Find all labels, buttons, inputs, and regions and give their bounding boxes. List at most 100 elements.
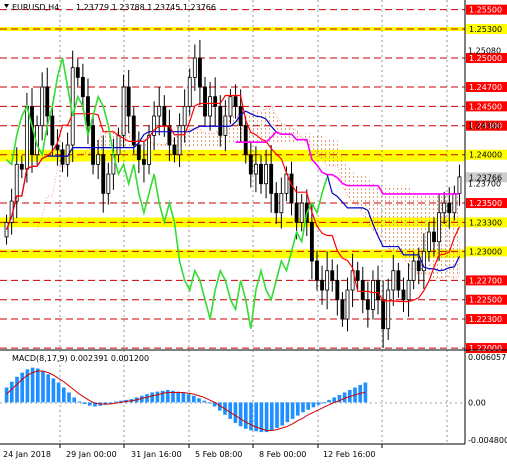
- svg-text:1.24700: 1.24700: [469, 83, 502, 92]
- macd-bar: [321, 402, 326, 404]
- macd-bar: [186, 394, 191, 403]
- candle-body: [203, 86, 207, 117]
- price-tag-1.24700: 1.24700: [466, 82, 507, 93]
- symbol-label: EURUSD,H4: [12, 3, 59, 12]
- candle-body: [208, 96, 213, 117]
- price-tag-1.22700: 1.22700: [466, 275, 507, 286]
- candle-body: [309, 221, 314, 262]
- candle-body: [121, 86, 126, 136]
- svg-text:1.25000: 1.25000: [469, 54, 502, 63]
- macd-bar: [249, 402, 253, 431]
- price-tag-1.25300: 1.25300: [466, 24, 507, 35]
- macd-bar: [181, 392, 186, 403]
- candle-body: [315, 260, 319, 281]
- candle-body: [75, 67, 80, 78]
- candle-body: [325, 270, 330, 291]
- candle-body: [371, 279, 375, 310]
- macd-bar: [15, 376, 19, 403]
- macd-title: MACD(8,17,9) 0.002391 0.001200: [12, 354, 149, 363]
- candle-body: [401, 289, 406, 301]
- macd-bar: [56, 382, 61, 403]
- candle-body: [320, 279, 324, 291]
- macd-bar: [51, 378, 56, 403]
- macd-bar: [41, 370, 45, 403]
- candle-body: [24, 105, 29, 170]
- candle-body: [177, 125, 182, 156]
- macd-bar: [20, 372, 25, 403]
- candle-body: [360, 279, 365, 301]
- candle-body: [437, 212, 442, 243]
- candle-body: [284, 173, 289, 194]
- candle-body: [426, 231, 431, 252]
- macd-bar: [327, 399, 331, 403]
- macd-bar: [191, 395, 196, 403]
- candle-body: [345, 289, 350, 320]
- svg-text:1.23300: 1.23300: [469, 218, 502, 227]
- time-tick-0: 24 Jan 2018: [3, 450, 51, 459]
- svg-text:1.22700: 1.22700: [469, 276, 502, 285]
- candle-body: [182, 105, 187, 127]
- candle-body: [96, 154, 101, 165]
- trading-chart[interactable]: 1.25500 1.25300 1.25000 1.24700 1.24500 1.243…: [0, 0, 507, 466]
- macd-bar: [77, 401, 82, 403]
- price-tag-1.22000: 1.22000: [466, 343, 507, 354]
- price-tag-1.25500: 1.25500: [466, 4, 507, 15]
- candle-body: [197, 57, 202, 88]
- svg-text:1.25300: 1.25300: [469, 25, 502, 34]
- macd-bar: [165, 389, 170, 403]
- candle-body: [299, 202, 304, 223]
- macd-bar: [269, 402, 274, 431]
- time-tick-2: 31 Jan 16:00: [131, 450, 182, 459]
- candle-body: [213, 96, 218, 107]
- candle-body: [416, 260, 421, 272]
- macd-bar: [202, 400, 207, 403]
- candle-body: [131, 115, 136, 146]
- price-tick-1.23700: 1.23700: [468, 180, 501, 189]
- price-tag-1.22300: 1.22300: [466, 314, 507, 325]
- candle-body: [172, 144, 177, 156]
- candle-body: [50, 115, 55, 146]
- macd-bar: [259, 402, 264, 433]
- macd-bar: [160, 390, 165, 403]
- candle-body: [396, 270, 401, 291]
- price-tag-1.23000: 1.23000: [466, 246, 507, 257]
- macd-bar: [35, 368, 40, 403]
- candle-body: [381, 299, 386, 330]
- candle-body: [335, 279, 340, 301]
- candle-body: [432, 231, 436, 243]
- candle-body: [289, 173, 294, 204]
- macd-tick-0.00: 0.00: [468, 398, 486, 407]
- price-tag-1.24500: 1.24500: [466, 101, 507, 112]
- svg-text:1.22300: 1.22300: [469, 315, 502, 324]
- macd-bar: [243, 402, 248, 429]
- macd-bar: [306, 402, 311, 410]
- macd-bar: [4, 387, 9, 403]
- candle-body: [259, 163, 263, 185]
- candle-body: [228, 96, 233, 117]
- macd-bar: [238, 402, 243, 427]
- candle-body: [157, 105, 162, 117]
- macd-tick--0.004800: -0.004800: [468, 436, 507, 445]
- candle-body: [147, 134, 151, 165]
- svg-text:1.22500: 1.22500: [469, 296, 502, 305]
- chart-header: EURUSD,H4 1.23779 1.23788 1.23745 1.2376…: [4, 3, 216, 12]
- candle-body: [243, 125, 248, 156]
- time-tick-5: 12 Feb 16:00: [323, 450, 375, 459]
- candle-body: [452, 192, 457, 214]
- svg-text:1.22000: 1.22000: [469, 344, 502, 353]
- candle-body: [411, 260, 416, 281]
- macd-bar: [67, 392, 71, 403]
- macd-bar: [233, 402, 238, 424]
- candle-body: [457, 176, 462, 194]
- candle-body: [330, 270, 335, 281]
- candle-body: [218, 105, 223, 136]
- price-axis: 1.25500 1.25300 1.25000 1.24700 1.24500 1.243…: [466, 4, 507, 354]
- candle-body: [187, 76, 192, 107]
- candle-body: [376, 279, 380, 301]
- candle-body: [355, 270, 360, 281]
- candle-body: [294, 202, 299, 223]
- candle-body: [192, 57, 197, 78]
- macd-bar: [9, 381, 14, 403]
- ohlc-readout: 1.23779 1.23788 1.23745 1.23766: [76, 3, 216, 12]
- svg-text:1.23000: 1.23000: [469, 247, 502, 256]
